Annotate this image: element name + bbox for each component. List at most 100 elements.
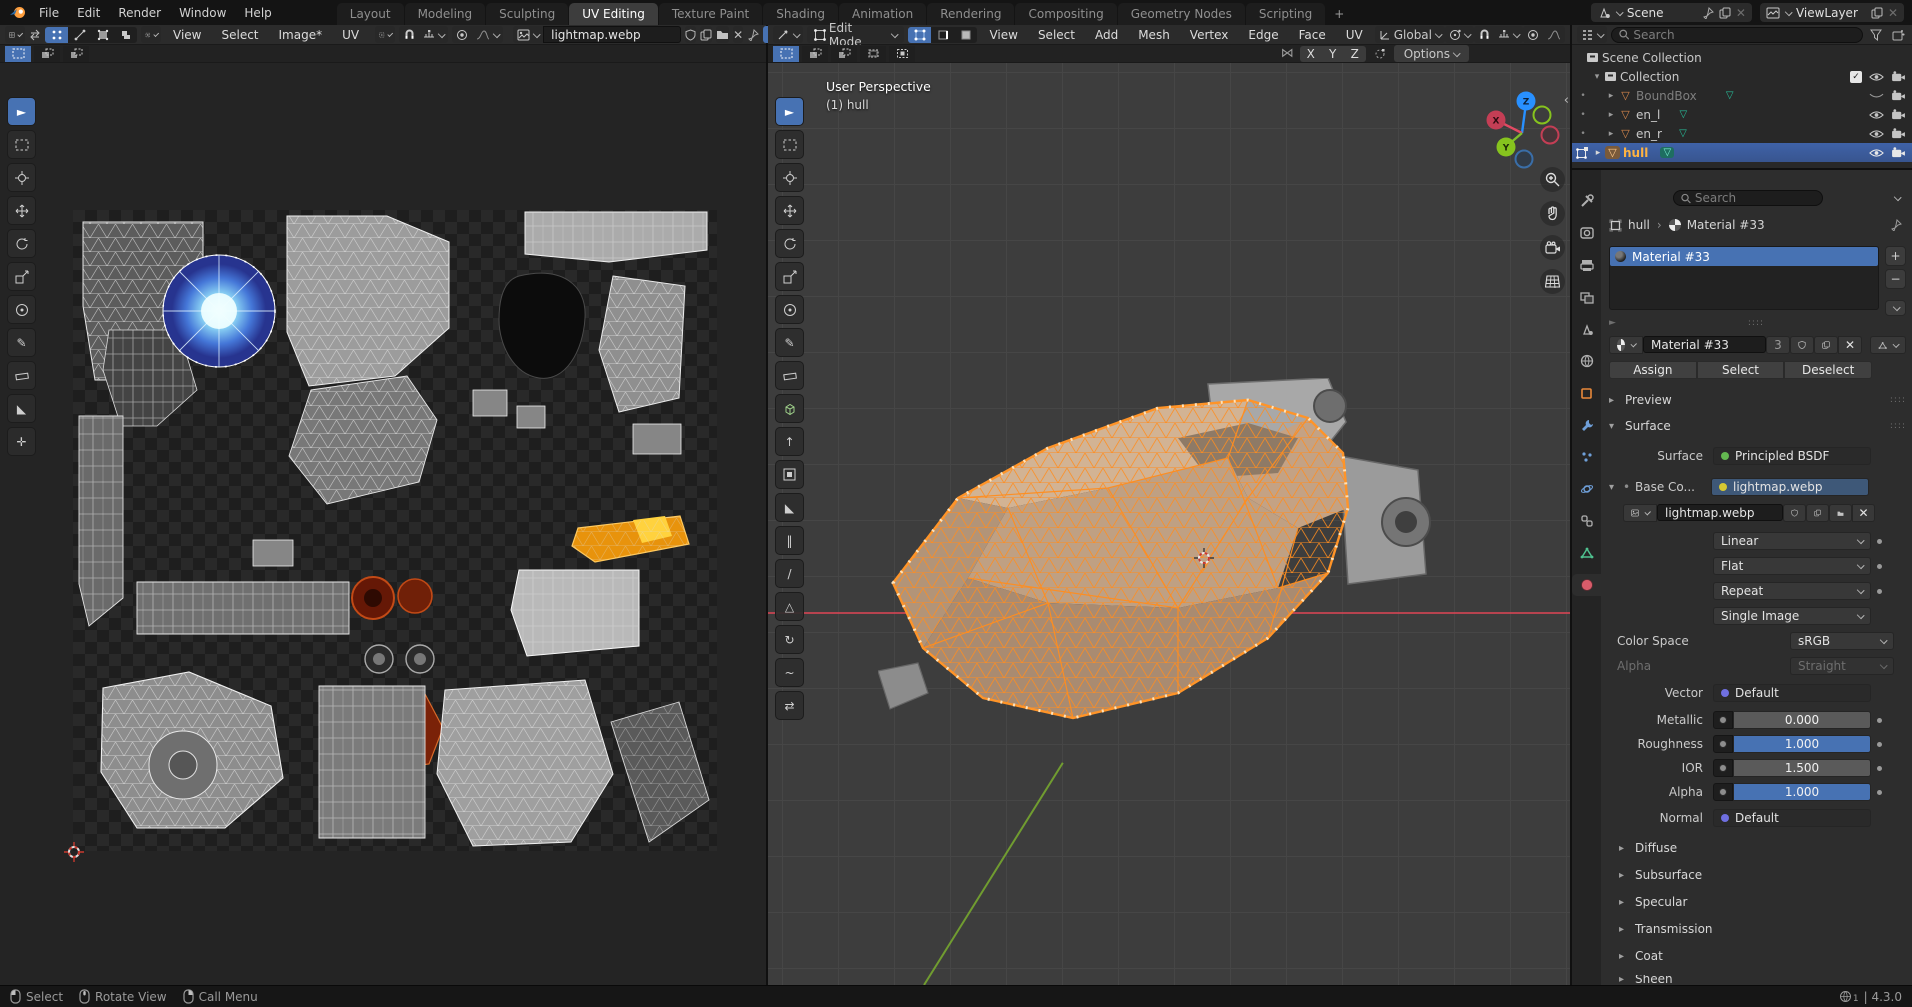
outliner-row-scene-collection[interactable]: Scene Collection: [1572, 48, 1912, 67]
deselect-button[interactable]: Deselect: [1784, 361, 1872, 379]
outliner-row-boundbox[interactable]: • ▸ ▽ BoundBox ▽: [1572, 86, 1912, 105]
uv-select-extend-button[interactable]: [34, 46, 60, 62]
diffuse-panel-header[interactable]: ▸Diffuse: [1619, 841, 1906, 855]
image-pin-toggle[interactable]: [747, 27, 759, 43]
node-material-dropdown[interactable]: [1870, 336, 1906, 354]
uv-select-island-button[interactable]: [114, 27, 137, 43]
vp-menu-select[interactable]: Select: [1030, 28, 1083, 42]
browse-material-dropdown[interactable]: [1609, 336, 1643, 354]
viewport-editor-type-dropdown[interactable]: [773, 26, 803, 43]
assign-button[interactable]: Assign: [1609, 361, 1697, 379]
breadcrumb-object[interactable]: hull: [1628, 218, 1650, 232]
vp-spin-tool[interactable]: ↻: [775, 625, 804, 654]
roughness-slider[interactable]: 1.000: [1733, 735, 1871, 753]
image-open-button[interactable]: [716, 26, 729, 43]
unlink-scene-icon[interactable]: ✕: [1736, 6, 1746, 20]
decorator-dot[interactable]: [1877, 564, 1882, 569]
select-button[interactable]: Select: [1697, 361, 1785, 379]
collection-checkbox[interactable]: ✓: [1850, 71, 1862, 83]
tab-object[interactable]: [1572, 382, 1601, 404]
vp-select-extend-button[interactable]: [802, 46, 828, 62]
uv-move-tool[interactable]: [7, 196, 36, 225]
vp-loop-cut-tool[interactable]: ‖: [775, 526, 804, 555]
coat-panel-header[interactable]: ▸Coat: [1619, 949, 1906, 963]
decorator-dot[interactable]: [1877, 766, 1882, 771]
vp-smooth-tool[interactable]: ~: [775, 658, 804, 687]
menu-edit[interactable]: Edit: [68, 3, 109, 23]
uv-select-subtract-button[interactable]: [63, 46, 89, 62]
viewport-canvas[interactable]: User Perspective (1) hull ► ✎ ↑: [768, 63, 1570, 985]
add-slot-button[interactable]: +: [1885, 246, 1906, 266]
pan-hand-icon[interactable]: [1540, 201, 1565, 226]
tab-texture-paint[interactable]: Texture Paint: [659, 3, 762, 25]
vp-menu-uv[interactable]: UV: [1338, 28, 1371, 42]
subsurface-panel-header[interactable]: ▸Subsurface: [1619, 868, 1906, 882]
outliner-filter-button[interactable]: [1867, 27, 1885, 43]
vp-bevel-tool[interactable]: ◣: [775, 493, 804, 522]
tab-object-data[interactable]: [1572, 542, 1601, 564]
select-mode-face-button[interactable]: [954, 27, 977, 43]
menu-file[interactable]: File: [30, 3, 68, 23]
interpolation-dropdown[interactable]: Linear: [1713, 532, 1871, 550]
tab-rendering[interactable]: Rendering: [927, 3, 1014, 25]
vp-cursor-tool[interactable]: [775, 163, 804, 192]
tab-modifiers[interactable]: [1572, 414, 1601, 436]
blender-logo-icon[interactable]: [8, 4, 26, 22]
vp-select-box-tool[interactable]: [775, 130, 804, 159]
vp-add-cube-tool[interactable]: [775, 394, 804, 423]
vp-measure-tool[interactable]: [775, 361, 804, 390]
properties-search-input[interactable]: [1695, 191, 1815, 205]
uv-rotate-tool[interactable]: [7, 229, 36, 258]
surface-panel-header[interactable]: ▾ Surface ::::: [1609, 419, 1906, 433]
vp-select-invert-button[interactable]: [860, 46, 886, 62]
extension-dropdown[interactable]: Repeat: [1713, 582, 1871, 600]
uv-select-vertex-button[interactable]: [45, 27, 68, 43]
uv-canvas[interactable]: ► ✎ ◣ ✛: [0, 63, 766, 985]
image-open-button[interactable]: [1829, 504, 1852, 522]
slot-specials-dropdown[interactable]: [1885, 300, 1906, 316]
uv-sync-selection-toggle[interactable]: [29, 27, 41, 43]
uv-falloff-dropdown[interactable]: [472, 26, 503, 43]
eye-icon[interactable]: [1869, 110, 1884, 120]
unlink-material-button[interactable]: ✕: [1838, 336, 1862, 354]
duplicate-icon[interactable]: [1871, 7, 1883, 19]
uv-snap-toggle[interactable]: [399, 26, 419, 43]
uv-menu-view[interactable]: View: [165, 28, 209, 42]
vp-select-intersect-button[interactable]: [889, 46, 915, 62]
vp-menu-add[interactable]: Add: [1087, 28, 1126, 42]
vp-annotate-tool[interactable]: ✎: [775, 328, 804, 357]
proportional-toggle[interactable]: [1523, 26, 1543, 43]
camera-visibility-icon[interactable]: [1891, 109, 1906, 120]
add-workspace-button[interactable]: +: [1326, 3, 1352, 25]
tab-uv-editing[interactable]: UV Editing: [569, 3, 658, 25]
properties-options-chevron[interactable]: [1894, 193, 1902, 201]
decorator-dot[interactable]: [1877, 718, 1882, 723]
zoom-icon[interactable]: [1540, 167, 1565, 192]
image-fake-user-toggle[interactable]: [1783, 504, 1806, 522]
tab-scene[interactable]: [1572, 318, 1601, 340]
vp-edge-slide-tool[interactable]: ⇄: [775, 691, 804, 720]
color-space-dropdown[interactable]: sRGB: [1790, 632, 1894, 650]
metallic-slider[interactable]: 0.000: [1733, 711, 1871, 729]
uv-menu-select[interactable]: Select: [213, 28, 266, 42]
ior-slider[interactable]: 1.500: [1733, 759, 1871, 777]
material-name-field[interactable]: Material #33: [1643, 336, 1766, 353]
eye-icon[interactable]: [1869, 148, 1884, 158]
uv-menu-image[interactable]: Image*: [271, 28, 331, 42]
select-mode-edge-button[interactable]: [931, 27, 954, 43]
uv-image-browse-dropdown[interactable]: [513, 26, 543, 43]
tab-physics[interactable]: [1572, 478, 1601, 500]
viewlayer-selector[interactable]: ViewLayer ✕: [1760, 3, 1904, 22]
mirror-z-button[interactable]: Z: [1344, 46, 1366, 62]
remove-slot-button[interactable]: −: [1885, 269, 1906, 289]
tab-compositing[interactable]: Compositing: [1015, 3, 1116, 25]
uv-snap-with-dropdown[interactable]: [419, 26, 448, 43]
uv-editor-type-dropdown[interactable]: [5, 26, 25, 43]
uv-tweak-tool[interactable]: ►: [7, 97, 36, 126]
image-new-copy-button[interactable]: [1806, 504, 1829, 522]
projection-dropdown[interactable]: Flat: [1713, 557, 1871, 575]
new-collection-button[interactable]: [1889, 27, 1907, 43]
scene-selector[interactable]: Scene ✕: [1591, 3, 1752, 22]
uv-cursor-tool[interactable]: [7, 163, 36, 192]
uv-scale-tool[interactable]: [7, 262, 36, 291]
